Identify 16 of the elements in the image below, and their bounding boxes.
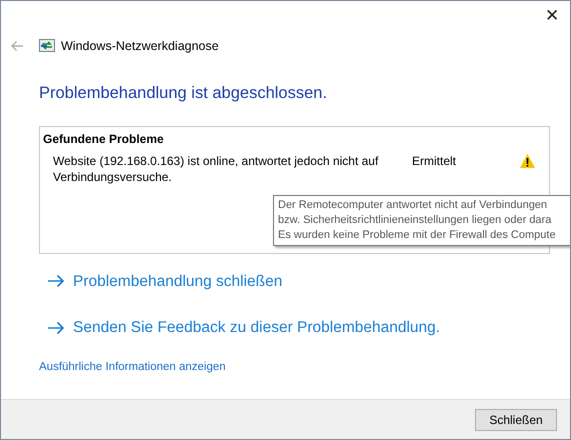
arrow-icon [47, 320, 65, 335]
heading: Problembehandlung ist abgeschlossen. [39, 83, 328, 104]
network-icon [39, 38, 55, 54]
tooltip-line: Es wurden keine Probleme mit der Firewall des Compute [278, 228, 556, 243]
tooltip-line: Der Remotecomputer antwortet nicht auf Verbindungen [278, 198, 548, 213]
panel-title: Gefundene Probleme [43, 130, 165, 148]
close-dialog-button[interactable]: Schließen [475, 408, 557, 430]
problem-status: Ermittelt [412, 152, 458, 169]
details-link[interactable]: Ausführliche Informationen anzeigen [39, 359, 226, 376]
window-title: Windows-Netzwerkdiagnose [61, 38, 219, 55]
action-link[interactable]: Problembehandlung schließen [47, 270, 282, 293]
problem-description: Website (192.168.0.163) ist online, antwortet jedoch nicht auf Verbindungsversuche. [53, 152, 380, 185]
tooltip-line: bzw. Sicherheitsrichtlinieneinstellungen liegen oder dara [278, 213, 552, 228]
close-button[interactable]: ✕ [534, 1, 570, 31]
arrow-icon [47, 274, 65, 288]
action-link[interactable]: Senden Sie Feedback zu dieser Problembehandlung. [47, 316, 440, 340]
